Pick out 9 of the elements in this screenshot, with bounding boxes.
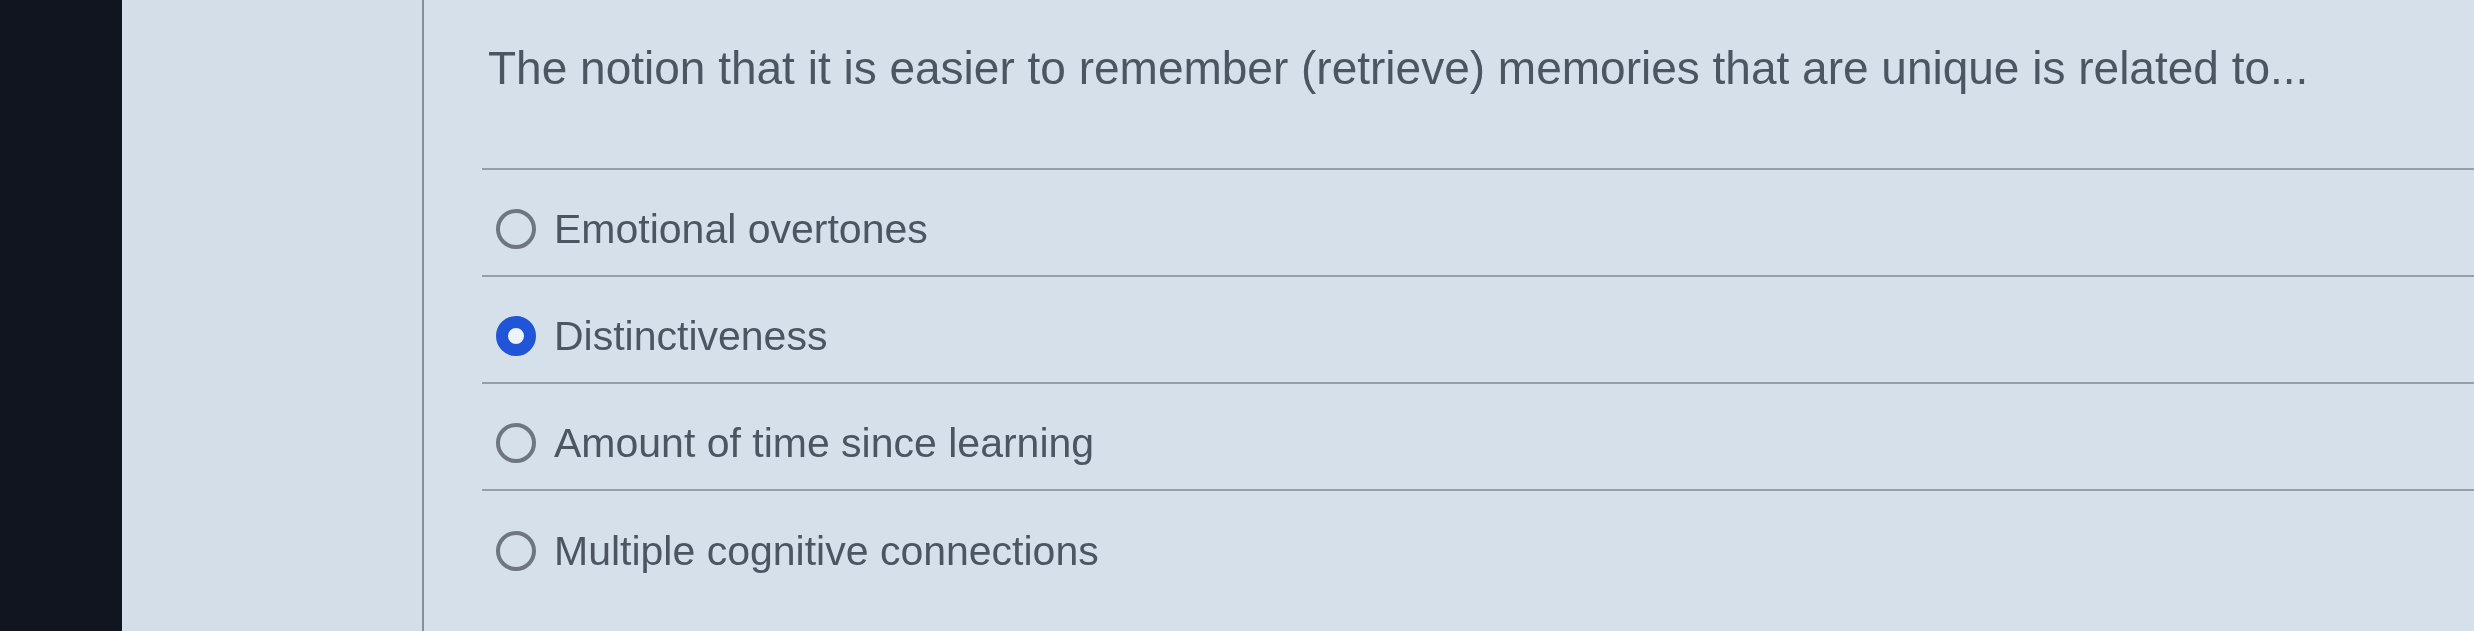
option-label[interactable]: Amount of time since learning bbox=[554, 417, 1095, 468]
option-label[interactable]: Multiple cognitive connections bbox=[554, 525, 1099, 576]
radio-button[interactable] bbox=[496, 315, 536, 356]
option-label[interactable]: Distinctiveness bbox=[554, 310, 828, 361]
question-text: The notion that it is easier to remember (retrieve) memories that are unique is related to... bbox=[488, 41, 2310, 96]
radio-button[interactable] bbox=[496, 422, 536, 463]
radio-button[interactable] bbox=[496, 530, 536, 571]
radio-button[interactable] bbox=[496, 208, 536, 249]
option-label[interactable]: Emotional overtones bbox=[554, 203, 928, 254]
